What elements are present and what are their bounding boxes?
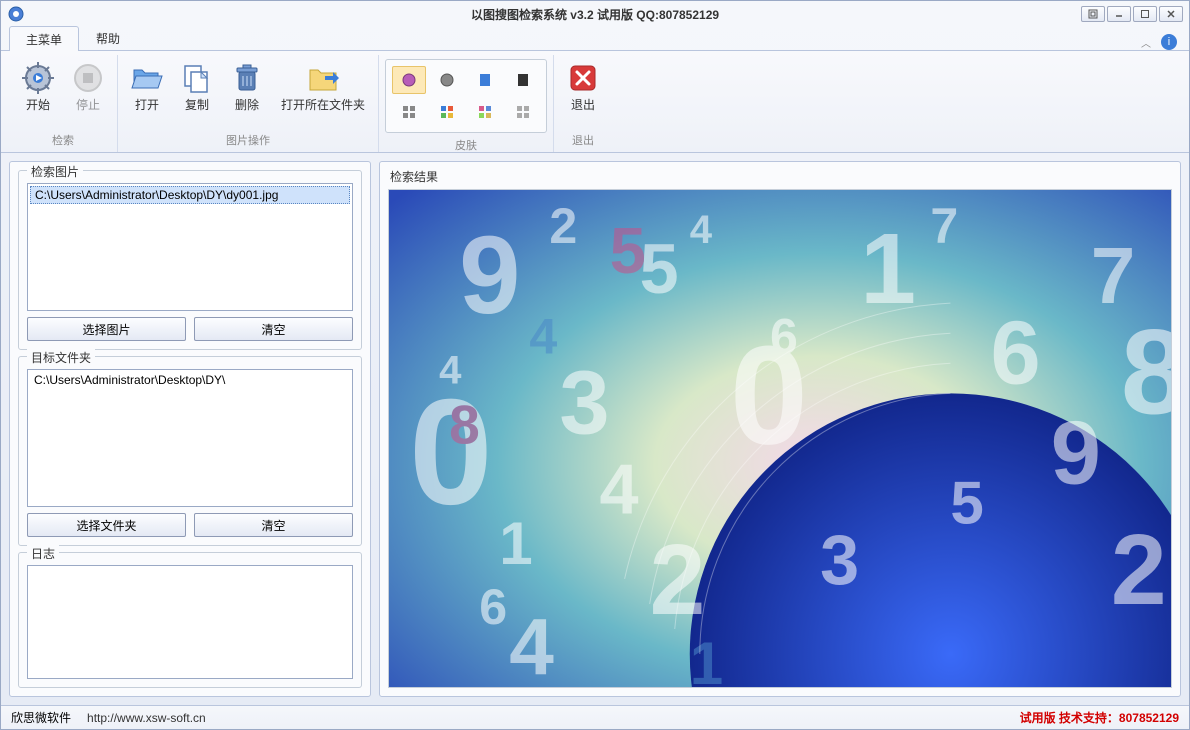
- window-controls: [1081, 6, 1183, 22]
- svg-text:8: 8: [1121, 305, 1171, 439]
- gear-start-icon: [22, 62, 54, 94]
- ribbon-group-image-ops: 打开 复制 删除 打开: [118, 55, 379, 152]
- open-button[interactable]: 打开: [124, 57, 170, 118]
- skin-option-4[interactable]: [506, 66, 540, 94]
- ribbon-group-skin: 皮肤: [379, 55, 554, 152]
- svg-text:6: 6: [479, 579, 507, 635]
- company-label: 欣思微软件: [11, 709, 71, 726]
- skin-option-6[interactable]: [430, 98, 464, 126]
- svg-text:7: 7: [930, 198, 958, 254]
- help-icon[interactable]: i: [1161, 34, 1177, 50]
- copy-button[interactable]: 复制: [174, 57, 220, 118]
- collapse-ribbon-icon[interactable]: ︿: [1141, 35, 1151, 50]
- ribbon-tabbar: 主菜单 帮助 ︿ i: [1, 27, 1189, 51]
- log-group: 日志: [18, 552, 362, 688]
- skin-gallery: [385, 59, 547, 133]
- list-item[interactable]: C:\Users\Administrator\Desktop\DY\: [30, 372, 350, 388]
- ribbon: 开始 停止 检索 打开: [1, 51, 1189, 153]
- clear-folder-button[interactable]: 清空: [194, 513, 353, 537]
- skin-option-2[interactable]: [430, 66, 464, 94]
- folder-open-icon: [131, 62, 163, 94]
- svg-text:4: 4: [439, 348, 462, 392]
- minimize-button[interactable]: [1107, 6, 1131, 22]
- website-link[interactable]: http://www.xsw-soft.cn: [87, 711, 206, 725]
- svg-text:4: 4: [600, 450, 639, 529]
- svg-text:6: 6: [991, 302, 1041, 403]
- skin-option-7[interactable]: [468, 98, 502, 126]
- open-containing-folder-button[interactable]: 打开所在文件夹: [274, 57, 372, 118]
- results-label: 检索结果: [380, 162, 1180, 189]
- left-panel: 检索图片 C:\Users\Administrator\Desktop\DY\d…: [9, 161, 371, 697]
- delete-button[interactable]: 删除: [224, 57, 270, 118]
- svg-text:1: 1: [690, 630, 723, 687]
- app-icon: [7, 5, 25, 23]
- tab-help[interactable]: 帮助: [79, 25, 137, 50]
- trial-label: 试用版 技术支持：807852129: [1020, 709, 1179, 726]
- target-folder-listbox[interactable]: C:\Users\Administrator\Desktop\DY\: [27, 369, 353, 507]
- svg-text:3: 3: [820, 520, 859, 599]
- close-button[interactable]: [1159, 6, 1183, 22]
- folder-arrow-icon: [307, 62, 339, 94]
- ribbon-group-search: 开始 停止 检索: [9, 55, 118, 152]
- exit-button[interactable]: 退出: [560, 57, 606, 118]
- copy-icon: [181, 62, 213, 94]
- content-area: 检索图片 C:\Users\Administrator\Desktop\DY\d…: [1, 153, 1189, 705]
- svg-text:5: 5: [950, 470, 983, 537]
- svg-text:5: 5: [610, 214, 646, 287]
- select-folder-button[interactable]: 选择文件夹: [27, 513, 186, 537]
- stop-icon: [72, 62, 104, 94]
- fullscreen-button[interactable]: [1081, 6, 1105, 22]
- target-folder-legend: 目标文件夹: [27, 349, 95, 366]
- skin-option-1[interactable]: [392, 66, 426, 94]
- svg-text:4: 4: [690, 208, 713, 252]
- svg-text:4: 4: [529, 308, 557, 364]
- main-window: 以图搜图检索系统 v3.2 试用版 QQ:807852129 主菜单 帮助 ︿ …: [0, 0, 1190, 730]
- exit-close-icon: [567, 62, 599, 94]
- svg-text:6: 6: [770, 308, 798, 364]
- target-folder-group: 目标文件夹 C:\Users\Administrator\Desktop\DY\…: [18, 356, 362, 546]
- statusbar: 欣思微软件 http://www.xsw-soft.cn 试用版 技术支持：80…: [1, 705, 1189, 729]
- skin-option-5[interactable]: [392, 98, 426, 126]
- tab-main[interactable]: 主菜单: [9, 26, 79, 51]
- ribbon-group-exit: 退出 退出: [554, 55, 612, 152]
- log-legend: 日志: [27, 545, 59, 562]
- preview-image: 9 0 3 5 0 1 6 7 4 2 1 4 7: [388, 189, 1172, 688]
- window-title: 以图搜图检索系统 v3.2 试用版 QQ:807852129: [471, 6, 719, 23]
- right-panel: 检索结果: [379, 161, 1181, 697]
- maximize-button[interactable]: [1133, 6, 1157, 22]
- svg-text:8: 8: [449, 394, 480, 456]
- trash-icon: [231, 62, 263, 94]
- skin-option-8[interactable]: [506, 98, 540, 126]
- log-listbox[interactable]: [27, 565, 353, 679]
- titlebar: 以图搜图检索系统 v3.2 试用版 QQ:807852129: [1, 1, 1189, 27]
- start-button[interactable]: 开始: [15, 57, 61, 118]
- clear-image-button[interactable]: 清空: [194, 317, 353, 341]
- stop-button: 停止: [65, 57, 111, 118]
- svg-text:2: 2: [549, 198, 577, 254]
- select-image-button[interactable]: 选择图片: [27, 317, 186, 341]
- list-item[interactable]: C:\Users\Administrator\Desktop\DY\dy001.…: [30, 186, 350, 204]
- svg-text:2: 2: [650, 524, 706, 636]
- svg-text:1: 1: [499, 510, 532, 577]
- skin-option-3[interactable]: [468, 66, 502, 94]
- svg-text:2: 2: [1111, 514, 1167, 626]
- svg-text:9: 9: [1051, 403, 1101, 504]
- svg-text:4: 4: [509, 601, 554, 687]
- search-image-group: 检索图片 C:\Users\Administrator\Desktop\DY\d…: [18, 170, 362, 350]
- search-image-listbox[interactable]: C:\Users\Administrator\Desktop\DY\dy001.…: [27, 183, 353, 311]
- search-image-legend: 检索图片: [27, 163, 83, 180]
- svg-text:9: 9: [459, 214, 520, 337]
- svg-text:3: 3: [559, 352, 609, 453]
